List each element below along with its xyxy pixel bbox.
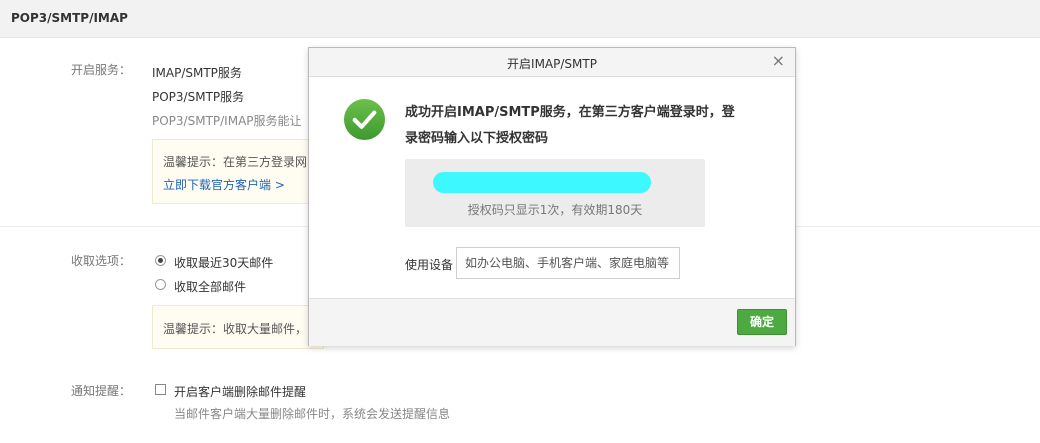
close-icon[interactable]: × (772, 52, 785, 70)
services-label: 开启服务： (71, 63, 132, 77)
confirm-button[interactable]: 确定 (737, 309, 787, 335)
delete-reminder-label[interactable]: 开启客户端删除邮件提醒 (174, 383, 306, 400)
auth-code-note: 授权码只显示1次，有效期180天 (467, 203, 643, 217)
services-tip-box: 温馨提示：在第三方登录网 立即下载官方客户端 > (152, 139, 324, 204)
service-imap-smtp: IMAP/SMTP服务 (152, 66, 242, 80)
success-message: 成功开启IMAP/SMTP服务，在第三方客户端登录时，登录密码输入以下授权密码 (405, 105, 735, 146)
section-header: POP3/SMTP/IMAP (0, 0, 1040, 38)
radio-all-mail[interactable] (155, 279, 166, 290)
success-check-icon (343, 98, 386, 141)
receive-label: 收取选项： (71, 254, 132, 268)
radio-recent-30-days-label[interactable]: 收取最近30天邮件 (174, 254, 273, 271)
device-label: 使用设备 (405, 258, 454, 272)
download-client-link[interactable]: 立即下载官方客户端 > (163, 176, 285, 193)
notify-label: 通知提醒： (71, 384, 132, 398)
radio-all-mail-label[interactable]: 收取全部邮件 (174, 278, 246, 295)
delete-reminder-description: 当邮件客户端大量删除邮件时，系统会发送提醒信息 (174, 407, 451, 421)
auth-code-box: 授权码只显示1次，有效期180天 (405, 159, 705, 227)
dialog-header: 开启IMAP/SMTP × (309, 48, 795, 77)
imap-smtp-dialog: 开启IMAP/SMTP × 成功开启IMAP/SMTP服务，在第三方客户端登录时… (308, 47, 796, 346)
section-title: POP3/SMTP/IMAP (11, 11, 128, 25)
receive-tip-box: 温馨提示：收取大量邮件， (152, 305, 324, 349)
delete-reminder-checkbox[interactable] (155, 384, 166, 395)
service-pop3-smtp: POP3/SMTP服务 (152, 90, 245, 104)
device-input[interactable] (456, 247, 680, 279)
dialog-title: 开启IMAP/SMTP (507, 57, 597, 71)
services-tip-text: 温馨提示：在第三方登录网 (163, 155, 308, 169)
services-note: POP3/SMTP/IMAP服务能让 (152, 114, 302, 128)
radio-recent-30-days[interactable] (155, 255, 166, 266)
receive-tip-text: 温馨提示：收取大量邮件， (163, 322, 308, 336)
dialog-footer: 确定 (309, 298, 795, 346)
auth-code-redacted (433, 172, 651, 193)
